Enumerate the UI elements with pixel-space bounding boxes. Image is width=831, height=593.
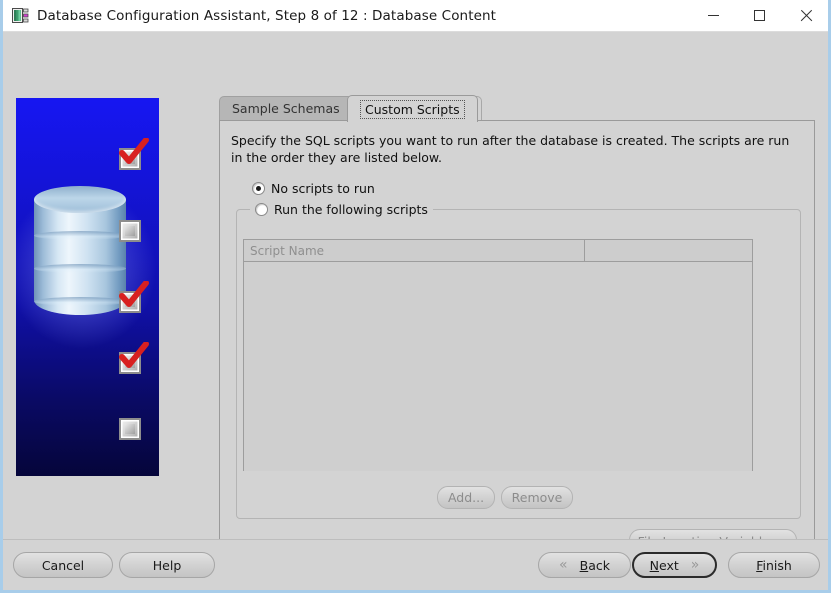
instructions-text: Specify the SQL scripts you want to run …: [231, 132, 797, 166]
application-window: Database Configuration Assistant, Step 8…: [0, 0, 831, 593]
wizard-banner: [16, 98, 159, 476]
add-script-button[interactable]: Add...: [437, 486, 495, 509]
title-bar: Database Configuration Assistant, Step 8…: [3, 0, 828, 32]
remove-script-button[interactable]: Remove: [501, 486, 573, 509]
banner-checkbox-3: [119, 291, 141, 313]
wizard-footer: Cancel Help « Back Next » Finish: [3, 539, 828, 590]
close-icon: [799, 9, 812, 22]
finish-label-rest: inish: [762, 558, 791, 573]
banner-checkbox-1: [119, 148, 141, 170]
button-label: Remove: [512, 490, 563, 505]
cancel-button[interactable]: Cancel: [13, 552, 113, 578]
radio-no-scripts-to-run[interactable]: No scripts to run: [252, 181, 375, 196]
chevron-left-icon: «: [559, 557, 568, 573]
banner-checkbox-2: [119, 220, 141, 242]
minimize-icon: [708, 15, 719, 16]
next-button[interactable]: Next »: [632, 552, 717, 578]
tab-custom-scripts[interactable]: Custom Scripts: [347, 95, 478, 122]
tab-sample-schemas[interactable]: Sample Schemas: [219, 96, 353, 121]
table-header-row: Script Name: [244, 240, 752, 262]
radio-indicator: [255, 203, 268, 216]
groupbox-legend: Run the following scripts: [250, 201, 433, 217]
maximize-button[interactable]: [736, 0, 782, 31]
tab-label: Custom Scripts: [360, 100, 465, 119]
radio-run-following-scripts[interactable]: Run the following scripts: [255, 202, 428, 217]
content-area: Sample Schemas Custom Scripts Specify th…: [3, 32, 828, 590]
database-icon: [12, 7, 29, 24]
chevron-right-icon: »: [691, 557, 700, 573]
custom-scripts-panel: Specify the SQL scripts you want to run …: [219, 120, 815, 561]
back-button[interactable]: « Back: [538, 552, 631, 578]
window-title: Database Configuration Assistant, Step 8…: [37, 8, 496, 24]
button-label: Cancel: [42, 558, 84, 573]
radio-label: No scripts to run: [271, 181, 375, 196]
close-button[interactable]: [782, 0, 828, 31]
minimize-button[interactable]: [690, 0, 736, 31]
banner-checkbox-5: [119, 418, 141, 440]
maximize-icon: [754, 10, 765, 21]
table-body[interactable]: [244, 262, 752, 471]
radio-label: Run the following scripts: [274, 202, 428, 217]
button-label: Back: [580, 558, 610, 573]
database-cylinder-illustration: [34, 186, 126, 328]
scripts-table[interactable]: Script Name: [243, 239, 753, 471]
back-mnemonic: B: [580, 558, 589, 573]
button-label: Add...: [448, 490, 484, 505]
banner-checkbox-4: [119, 352, 141, 374]
finish-button[interactable]: Finish: [728, 552, 820, 578]
next-mnemonic: N: [650, 558, 659, 573]
button-label: Finish: [756, 558, 792, 573]
help-button[interactable]: Help: [119, 552, 215, 578]
next-label-rest: ext: [659, 558, 679, 573]
back-label-rest: ack: [588, 558, 610, 573]
radio-indicator: [252, 182, 265, 195]
button-label: Help: [153, 558, 182, 573]
tab-strip: Sample Schemas Custom Scripts: [219, 95, 815, 121]
window-controls: [690, 0, 828, 31]
column-header-blank[interactable]: [585, 240, 752, 261]
tab-label: Sample Schemas: [232, 101, 340, 116]
button-label: Next: [650, 558, 679, 573]
column-header-script-name[interactable]: Script Name: [244, 240, 585, 261]
